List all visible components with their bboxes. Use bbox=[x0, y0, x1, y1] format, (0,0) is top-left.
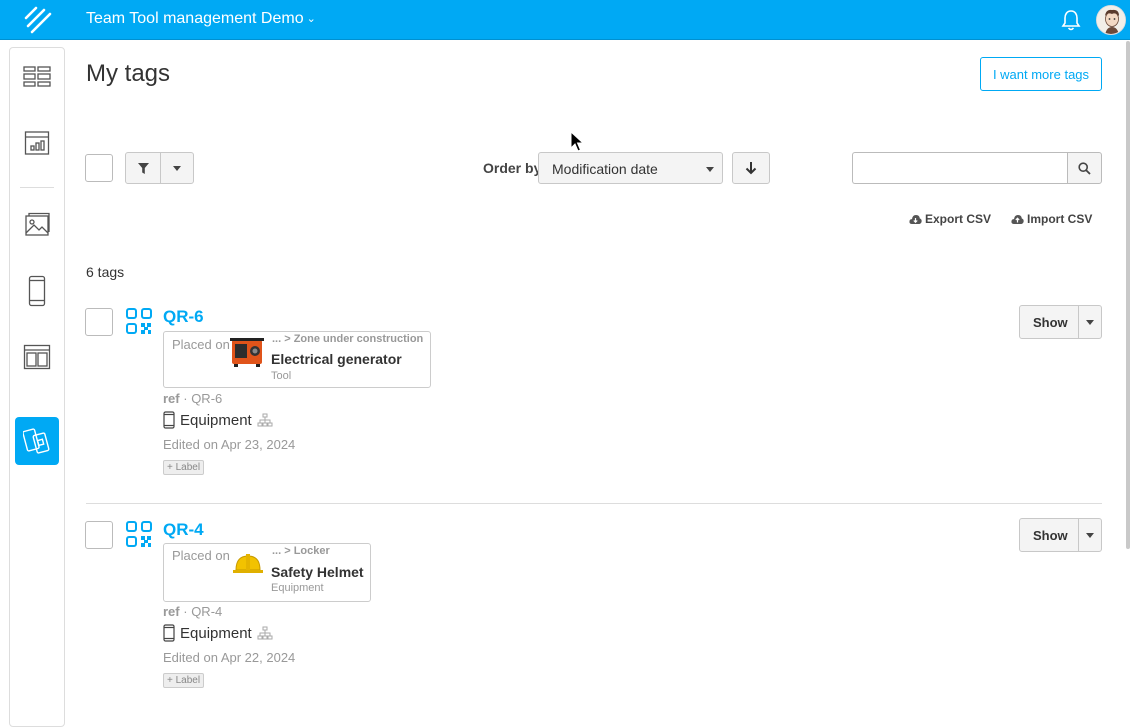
tag-title-link[interactable]: QR-6 bbox=[163, 307, 204, 327]
page-title: My tags bbox=[86, 60, 171, 87]
placed-on-card[interactable]: Placed on ... > Locker Safety Helmet Equ… bbox=[163, 543, 371, 602]
button-divider bbox=[1078, 306, 1079, 338]
select-all-checkbox[interactable] bbox=[85, 154, 113, 182]
mobile-icon bbox=[163, 624, 175, 642]
chevron-down-icon: ⌄ bbox=[306, 13, 316, 25]
app-logo-icon[interactable] bbox=[22, 4, 54, 36]
avatar-icon bbox=[1097, 6, 1125, 34]
sort-direction-button[interactable] bbox=[732, 152, 770, 184]
mobile-icon bbox=[28, 275, 46, 307]
user-avatar[interactable] bbox=[1096, 5, 1126, 35]
caret-down-icon bbox=[706, 167, 714, 172]
hierarchy-icon[interactable] bbox=[257, 413, 273, 427]
show-button[interactable]: Show bbox=[1019, 518, 1102, 552]
tags-icon bbox=[23, 428, 50, 454]
tag-reference: ref · QR-4 bbox=[163, 604, 222, 619]
placed-on-card[interactable]: Placed on ... > Zone under construction … bbox=[163, 331, 431, 388]
tag-type: Equipment bbox=[163, 411, 273, 429]
ref-label: ref bbox=[163, 604, 180, 619]
order-by-select[interactable]: Modification date bbox=[538, 152, 723, 184]
qr-code-icon bbox=[126, 521, 152, 547]
tag-checkbox[interactable] bbox=[85, 521, 113, 549]
tag-type-label: Equipment bbox=[180, 411, 252, 429]
page-scrollbar[interactable] bbox=[1126, 41, 1130, 549]
caret-down-icon[interactable] bbox=[1086, 320, 1094, 325]
show-button[interactable]: Show bbox=[1019, 305, 1102, 339]
tag-count: 6 tags bbox=[86, 264, 125, 280]
object-name: Safety Helmet bbox=[271, 564, 364, 580]
add-label-button[interactable]: + Label bbox=[163, 460, 205, 475]
add-label-button[interactable]: + Label bbox=[163, 673, 205, 688]
sidebar-item-devices[interactable] bbox=[15, 267, 59, 315]
top-bar: Team Tool management Demo ⌄ bbox=[0, 0, 1130, 40]
placed-on-label: Placed on bbox=[172, 337, 230, 352]
mobile-icon bbox=[163, 411, 175, 429]
object-category: Tool bbox=[271, 370, 292, 382]
order-by-value: Modification date bbox=[552, 161, 658, 177]
sidebar-item-dashboard[interactable] bbox=[15, 53, 59, 101]
edited-date: Edited on Apr 22, 2024 bbox=[163, 650, 296, 665]
search-icon bbox=[1078, 161, 1091, 175]
location-breadcrumb: ... > Zone under construction bbox=[272, 333, 424, 345]
dashboard-icon bbox=[23, 66, 51, 87]
tag-reference: ref · QR-6 bbox=[163, 391, 222, 406]
button-divider bbox=[1078, 519, 1079, 551]
sidebar-item-layouts[interactable] bbox=[15, 333, 59, 381]
tag-type-label: Equipment bbox=[180, 624, 252, 642]
import-csv-label: Import CSV bbox=[1027, 212, 1093, 226]
filter-icon bbox=[137, 162, 149, 174]
location-breadcrumb: ... > Locker bbox=[272, 545, 330, 557]
tag-title-link[interactable]: QR-4 bbox=[163, 520, 204, 540]
object-name: Electrical generator bbox=[271, 351, 402, 367]
ref-value: · QR-6 bbox=[183, 391, 223, 406]
cloud-download-icon bbox=[909, 214, 922, 224]
ref-value: · QR-4 bbox=[183, 604, 223, 619]
tag-type: Equipment bbox=[163, 624, 273, 642]
show-button-label: Show bbox=[1033, 315, 1068, 330]
notifications-bell-icon[interactable] bbox=[1060, 8, 1082, 32]
sidebar-item-gallery[interactable] bbox=[15, 201, 59, 249]
show-button-label: Show bbox=[1033, 528, 1068, 543]
mouse-cursor-icon bbox=[570, 131, 584, 152]
hierarchy-icon[interactable] bbox=[257, 626, 273, 640]
workspace-title: Team Tool management Demo bbox=[86, 10, 304, 27]
search-button[interactable] bbox=[1067, 152, 1102, 184]
edited-date: Edited on Apr 23, 2024 bbox=[163, 437, 296, 452]
qr-code-icon bbox=[126, 308, 152, 334]
caret-down-icon[interactable] bbox=[1086, 533, 1094, 538]
placed-on-label: Placed on bbox=[172, 548, 230, 563]
electrical-generator-thumbnail bbox=[230, 338, 264, 367]
object-category: Equipment bbox=[271, 582, 324, 594]
import-csv-link[interactable]: Import CSV bbox=[1011, 212, 1092, 226]
sidebar bbox=[9, 47, 65, 727]
arrow-down-icon bbox=[745, 162, 757, 175]
tag-checkbox[interactable] bbox=[85, 308, 113, 336]
layout-icon bbox=[23, 344, 51, 370]
ref-label: ref bbox=[163, 391, 180, 406]
sidebar-divider bbox=[20, 187, 54, 188]
gallery-icon bbox=[25, 212, 50, 236]
workspace-selector[interactable]: Team Tool management Demo ⌄ bbox=[86, 10, 316, 28]
filter-button[interactable] bbox=[125, 152, 161, 184]
order-by-label: Order by bbox=[483, 160, 542, 176]
export-csv-label: Export CSV bbox=[925, 212, 992, 226]
sidebar-item-tags[interactable] bbox=[15, 417, 59, 465]
cloud-upload-icon bbox=[1011, 214, 1024, 224]
sidebar-item-analytics[interactable] bbox=[15, 119, 59, 167]
analytics-icon bbox=[24, 131, 50, 155]
export-csv-link[interactable]: Export CSV bbox=[909, 212, 991, 226]
search-input[interactable] bbox=[852, 152, 1068, 184]
caret-down-icon bbox=[173, 165, 181, 171]
list-divider bbox=[86, 503, 1102, 504]
more-tags-button[interactable]: I want more tags bbox=[980, 57, 1102, 91]
safety-helmet-thumbnail bbox=[233, 554, 263, 573]
filter-dropdown-button[interactable] bbox=[160, 152, 194, 184]
